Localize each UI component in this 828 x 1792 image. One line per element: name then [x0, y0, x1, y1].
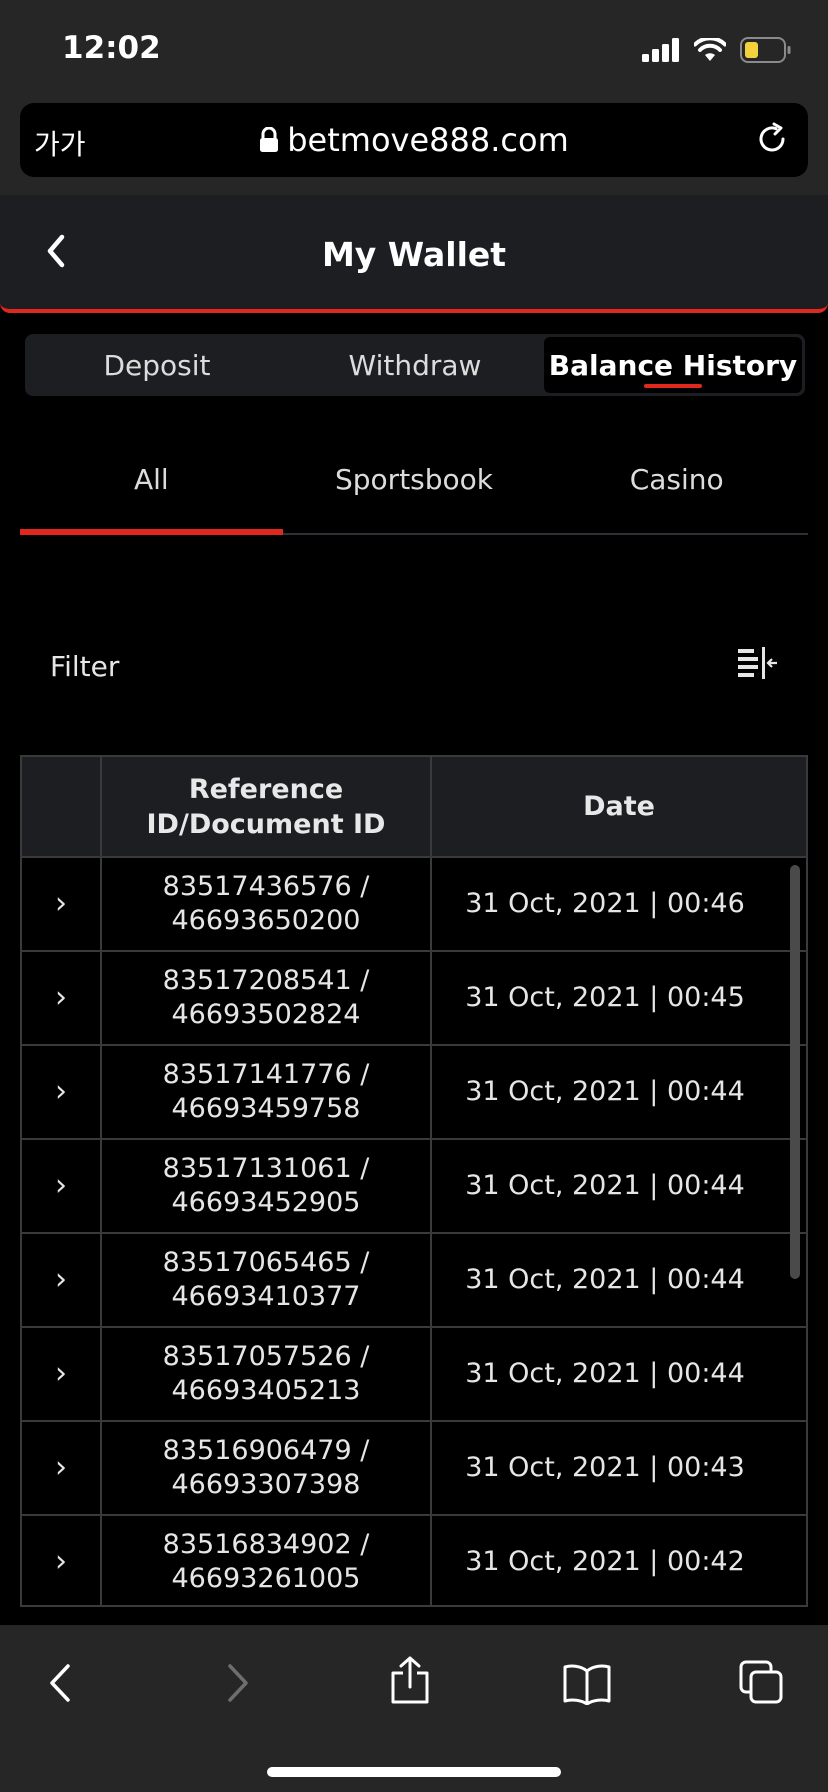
- filter-label: Filter: [50, 650, 120, 683]
- page-header: My Wallet: [0, 195, 828, 313]
- header-ref-line2: ID/Document ID: [146, 808, 386, 840]
- chevron-right-icon: ›: [55, 1450, 67, 1485]
- home-indicator: [267, 1767, 561, 1777]
- status-time: 12:02: [62, 30, 161, 66]
- browser-address-area: 가가 betmove888.com: [0, 95, 828, 195]
- url-text: betmove888.com: [287, 121, 569, 159]
- row-expand-button[interactable]: ›: [22, 1328, 102, 1420]
- chevron-right-icon: ›: [55, 1544, 67, 1579]
- wifi-icon: [694, 38, 726, 61]
- row-expand-button[interactable]: ›: [22, 952, 102, 1044]
- chevron-right-icon: ›: [55, 1262, 67, 1297]
- ref-id: 83517436576 /: [162, 871, 370, 902]
- row-reference: 83516906479 /46693307398: [102, 1422, 432, 1514]
- subtab-all[interactable]: All: [20, 425, 283, 535]
- row-expand-button[interactable]: ›: [22, 1422, 102, 1514]
- doc-id: 46693261005: [171, 1563, 361, 1594]
- doc-id: 46693410377: [171, 1281, 361, 1312]
- table-row[interactable]: › 83517065465 /46693410377 31 Oct, 2021 …: [22, 1234, 806, 1328]
- row-expand-button[interactable]: ›: [22, 1234, 102, 1326]
- lock-icon: [260, 126, 279, 152]
- doc-id: 46693307398: [171, 1469, 361, 1500]
- balance-history-table: Reference ID/Document ID Date › 83517436…: [20, 755, 808, 1607]
- row-reference: 83517065465 /46693410377: [102, 1234, 432, 1326]
- battery-icon: [740, 37, 791, 63]
- row-reference: 83517057526 /46693405213: [102, 1328, 432, 1420]
- row-reference: 83517208541 /46693502824: [102, 952, 432, 1044]
- row-reference: 83517141776 /46693459758: [102, 1046, 432, 1138]
- ref-id: 83516834902 /: [162, 1529, 370, 1560]
- reload-icon[interactable]: [754, 121, 790, 157]
- share-icon[interactable]: [388, 1655, 432, 1705]
- subtab-sportsbook[interactable]: Sportsbook: [283, 425, 546, 533]
- row-date: 31 Oct, 2021 | 00:42: [465, 1546, 745, 1577]
- doc-id: 46693459758: [171, 1093, 361, 1124]
- header-reference-id: Reference ID/Document ID: [102, 757, 432, 856]
- row-date: 31 Oct, 2021 | 00:44: [465, 1358, 745, 1389]
- table-row[interactable]: › 83517057526 /46693405213 31 Oct, 2021 …: [22, 1328, 806, 1422]
- signal-icon: [642, 38, 679, 62]
- tab-balance-history[interactable]: Balance History: [544, 337, 802, 393]
- ref-id: 83517141776 /: [162, 1059, 370, 1090]
- row-expand-button[interactable]: ›: [22, 1516, 102, 1605]
- browser-forward-icon[interactable]: [222, 1661, 254, 1705]
- row-date: 31 Oct, 2021 | 00:43: [465, 1452, 745, 1483]
- chevron-right-icon: ›: [55, 1074, 67, 1109]
- status-icons: [642, 36, 792, 64]
- address-bar[interactable]: 가가 betmove888.com: [20, 103, 808, 177]
- ref-id: 83517131061 /: [162, 1153, 370, 1184]
- row-date: 31 Oct, 2021 | 00:44: [465, 1170, 745, 1201]
- row-reference: 83517436576 /46693650200: [102, 858, 432, 950]
- chevron-right-icon: ›: [55, 1356, 67, 1391]
- row-expand-button[interactable]: ›: [22, 858, 102, 950]
- table-row[interactable]: › 83516906479 /46693307398 31 Oct, 2021 …: [22, 1422, 806, 1516]
- table-row[interactable]: › 83517208541 /46693502824 31 Oct, 2021 …: [22, 952, 806, 1046]
- row-reference: 83517131061 /46693452905: [102, 1140, 432, 1232]
- filter-icon[interactable]: [736, 645, 778, 683]
- tab-deposit[interactable]: Deposit: [28, 337, 286, 393]
- subtab-casino[interactable]: Casino: [545, 425, 808, 533]
- table-scrollbar[interactable]: [790, 865, 800, 1279]
- ref-id: 83517065465 /: [162, 1247, 370, 1278]
- browser-back-icon[interactable]: [44, 1661, 76, 1705]
- table-row[interactable]: › 83516834902 /46693261005 31 Oct, 2021 …: [22, 1516, 806, 1605]
- tab-withdraw[interactable]: Withdraw: [286, 337, 544, 393]
- page-title: My Wallet: [321, 235, 507, 274]
- doc-id: 46693650200: [171, 905, 361, 936]
- table-header: Reference ID/Document ID Date: [22, 757, 806, 858]
- ref-id: 83517057526 /: [162, 1341, 370, 1372]
- chevron-right-icon: ›: [55, 1168, 67, 1203]
- row-date: 31 Oct, 2021 | 00:44: [465, 1264, 745, 1295]
- header-expand-col: [22, 757, 102, 856]
- status-bar: 12:02: [0, 0, 828, 95]
- table-row[interactable]: › 83517131061 /46693452905 31 Oct, 2021 …: [22, 1140, 806, 1234]
- bookmarks-icon[interactable]: [562, 1663, 612, 1705]
- ref-id: 83517208541 /: [162, 965, 370, 996]
- tabs-icon[interactable]: [738, 1659, 784, 1705]
- row-expand-button[interactable]: ›: [22, 1140, 102, 1232]
- row-date: 31 Oct, 2021 | 00:44: [465, 1076, 745, 1107]
- table-row[interactable]: › 83517141776 /46693459758 31 Oct, 2021 …: [22, 1046, 806, 1140]
- ref-id: 83516906479 /: [162, 1435, 370, 1466]
- url-display[interactable]: betmove888.com: [20, 121, 808, 159]
- doc-id: 46693502824: [171, 999, 361, 1030]
- browser-toolbar: [0, 1625, 828, 1792]
- table-row[interactable]: › 83517436576 /46693650200 31 Oct, 2021 …: [22, 858, 806, 952]
- row-expand-button[interactable]: ›: [22, 1046, 102, 1138]
- doc-id: 46693405213: [171, 1375, 361, 1406]
- header-ref-line1: Reference: [188, 773, 344, 805]
- row-reference: 83516834902 /46693261005: [102, 1516, 432, 1605]
- chevron-right-icon: ›: [55, 886, 67, 921]
- wallet-tabs: Deposit Withdraw Balance History: [25, 334, 805, 396]
- row-date: 31 Oct, 2021 | 00:46: [465, 888, 745, 919]
- header-date: Date: [583, 791, 655, 822]
- history-sub-tabs: All Sportsbook Casino: [20, 425, 808, 535]
- doc-id: 46693452905: [171, 1187, 361, 1218]
- chevron-right-icon: ›: [55, 980, 67, 1015]
- row-date: 31 Oct, 2021 | 00:45: [465, 982, 745, 1013]
